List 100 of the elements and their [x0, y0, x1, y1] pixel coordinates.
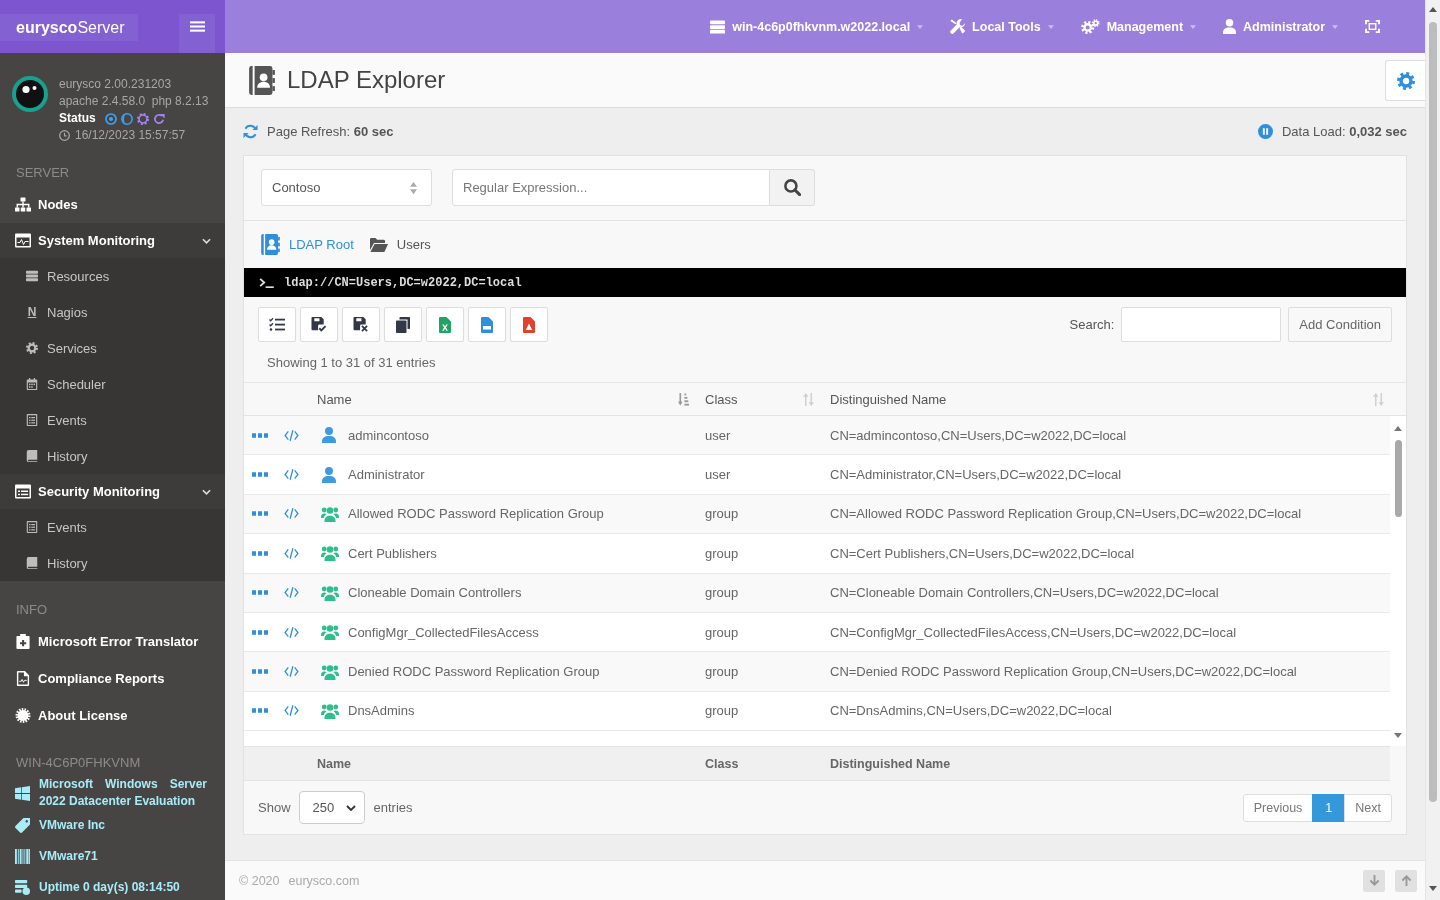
user-icon [322, 466, 336, 483]
code-icon[interactable] [283, 705, 299, 717]
entry-class: group [705, 703, 739, 719]
ellipsis-icon[interactable] [251, 511, 268, 517]
ellipsis-icon[interactable] [251, 432, 268, 438]
ellipsis-icon[interactable] [251, 550, 268, 556]
page-refresh-text: Page Refresh: 60 sec [267, 124, 394, 139]
sidebar-subitem[interactable]: N Nagios [0, 294, 225, 330]
sidebar-subitem[interactable]: Services [0, 330, 225, 366]
book-icon [26, 557, 38, 569]
arrow-down-icon [1368, 875, 1380, 886]
code-icon[interactable] [283, 666, 299, 678]
sidebar-subitem[interactable]: History [0, 438, 225, 474]
brand-logo[interactable]: euryscoServer [0, 14, 138, 41]
column-header[interactable]: Distinguished Name [820, 391, 1390, 407]
breadcrumb-item[interactable]: Users [369, 237, 431, 252]
filter-field[interactable]: Regular Expression... [452, 169, 770, 206]
checklist-icon [269, 317, 285, 332]
sidebar-subitem[interactable]: Scheduler [0, 366, 225, 402]
sidebar-subitem[interactable]: History [0, 545, 225, 581]
entry-class: user [705, 427, 731, 443]
list-document-icon [26, 414, 38, 426]
column-footer: Name [307, 756, 695, 771]
clock-icon [59, 130, 70, 141]
column-footer: Class [695, 756, 820, 771]
code-icon[interactable] [283, 587, 299, 599]
list-document-icon [26, 521, 38, 533]
address-book-icon [261, 234, 280, 255]
down-arrow-icon[interactable] [1394, 733, 1402, 738]
entry-class: user [705, 467, 731, 483]
tools-icon [950, 19, 966, 34]
search-field[interactable] [1121, 307, 1282, 342]
code-icon[interactable] [283, 429, 299, 441]
fullscreen-icon[interactable] [1365, 20, 1380, 33]
domain-select[interactable]: Contoso [261, 169, 432, 206]
data-load-text: Data Load: 0,032 sec [1281, 124, 1407, 139]
menu-button[interactable] [179, 14, 215, 53]
search-button[interactable] [770, 169, 815, 206]
previous-button[interactable]: Previous [1242, 793, 1314, 822]
sidebar-item[interactable]: Microsoft Error Translator [0, 623, 225, 660]
distinguished-name: CN=Administrator,CN=Users,DC=w2022,DC=local [830, 467, 1122, 483]
ellipsis-icon[interactable] [251, 590, 268, 596]
code-icon[interactable] [283, 626, 299, 638]
server-icon [710, 19, 726, 34]
stack-text: apache 2.4.58.0 php 8.2.13 [59, 93, 209, 110]
search-label: Search: [1069, 317, 1115, 332]
next-button[interactable]: Next [1344, 793, 1392, 822]
search-icon [783, 179, 801, 196]
csv-export-button[interactable] [468, 307, 506, 342]
scroll-up-button[interactable] [1395, 869, 1417, 892]
up-arrow-icon[interactable] [1394, 426, 1402, 431]
code-icon[interactable] [283, 508, 299, 520]
users-icon [321, 505, 339, 522]
section-heading: WIN-4C6P0FHKVNM [15, 754, 142, 772]
up-arrow-icon[interactable] [1429, 7, 1437, 12]
scrollbar-thumb[interactable] [1394, 440, 1402, 517]
sidebar-item[interactable]: Compliance Reports [0, 660, 225, 697]
sidebar-group[interactable]: System Monitoring [0, 223, 225, 258]
entry-class: group [705, 506, 739, 522]
refresh-icon [243, 124, 258, 139]
code-icon[interactable] [283, 469, 299, 481]
csv-file-icon [481, 316, 493, 333]
sidebar-item[interactable]: Nodes [0, 186, 225, 223]
sidebar-group[interactable]: Security Monitoring [0, 474, 225, 509]
save-check-button[interactable] [300, 307, 338, 342]
sidebar-item[interactable]: About License [0, 697, 225, 734]
ellipsis-icon[interactable] [251, 669, 268, 675]
scroll-down-button[interactable] [1363, 869, 1385, 892]
settings-button[interactable] [1385, 60, 1425, 101]
menu-icon[interactable] [189, 21, 205, 32]
save-remove-button[interactable] [342, 307, 380, 342]
column-footer: Distinguished Name [820, 756, 1390, 771]
ellipsis-icon[interactable] [251, 629, 268, 635]
scrollbar-thumb[interactable] [1429, 22, 1437, 802]
redo-icon [152, 112, 165, 125]
add-condition-button[interactable]: Add Condition [1288, 307, 1392, 342]
barcode-icon [15, 849, 30, 864]
pdf-export-button[interactable] [510, 307, 548, 342]
page-title: LDAP Explorer [287, 66, 447, 94]
users-icon [321, 624, 339, 641]
column-header[interactable]: Class [695, 391, 820, 407]
ellipsis-icon[interactable] [251, 472, 268, 478]
sidebar-subitem[interactable]: Resources [0, 258, 225, 294]
copy-button[interactable] [384, 307, 422, 342]
column-list-button[interactable] [258, 307, 296, 342]
sidebar-subitem[interactable]: Events [0, 509, 225, 545]
code-icon[interactable] [283, 547, 299, 559]
sidebar-subitem[interactable]: Events [0, 402, 225, 438]
server-clock-icon [15, 880, 30, 895]
ellipsis-icon[interactable] [251, 708, 268, 714]
user-icon [1223, 19, 1237, 34]
gears-icon [1080, 19, 1100, 34]
sort-ascending-icon[interactable] [678, 392, 689, 406]
column-header[interactable]: Name [307, 391, 695, 407]
pause-icon [1257, 124, 1273, 139]
entry-name: Cloneable Domain Controllers [348, 585, 522, 601]
page-length-select[interactable]: 250 [298, 791, 365, 824]
half-circle-icon [120, 112, 133, 125]
down-arrow-icon[interactable] [1429, 886, 1437, 891]
page-scrollbar[interactable] [1425, 0, 1440, 900]
